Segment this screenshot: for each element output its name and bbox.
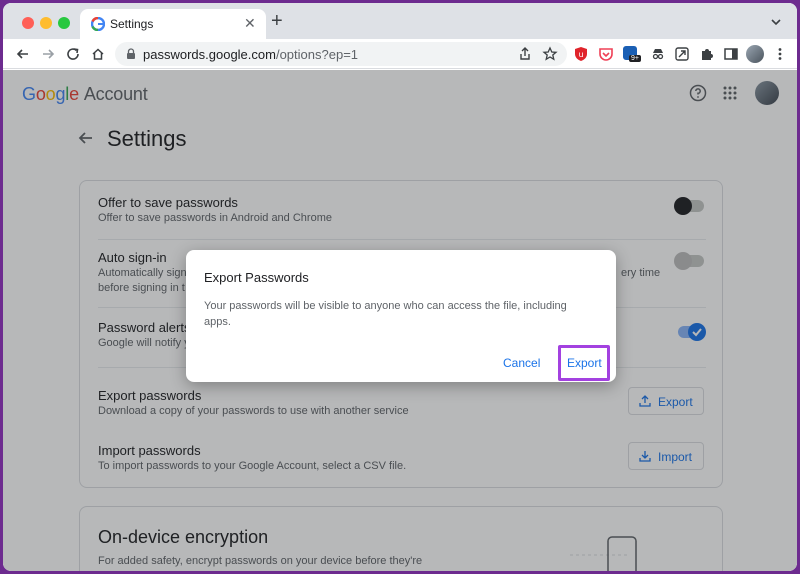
ublock-extension-icon[interactable]: u bbox=[573, 46, 589, 62]
share-icon[interactable] bbox=[517, 46, 533, 62]
reload-icon[interactable] bbox=[65, 46, 81, 62]
side-panel-icon[interactable] bbox=[723, 46, 739, 62]
dialog-title: Export Passwords bbox=[204, 270, 309, 285]
url-path: /options?ep=1 bbox=[275, 47, 359, 62]
profile-avatar[interactable] bbox=[746, 45, 764, 63]
tab-strip: Settings ✕ + bbox=[3, 3, 797, 39]
maximize-window-button[interactable] bbox=[58, 17, 70, 29]
dialog-body: Your passwords will be visible to anyone… bbox=[204, 300, 567, 328]
new-tab-button[interactable]: + bbox=[271, 11, 283, 31]
tab-close-icon[interactable]: ✕ bbox=[244, 15, 256, 32]
extension-badge: 9+ bbox=[629, 55, 641, 62]
back-icon[interactable] bbox=[15, 46, 31, 62]
close-window-button[interactable] bbox=[22, 17, 34, 29]
lock-icon[interactable] bbox=[125, 48, 137, 60]
url-text: passwords.google.com/options?ep=1 bbox=[143, 47, 358, 62]
cancel-button[interactable]: Cancel bbox=[503, 356, 540, 370]
bookmark-star-icon[interactable] bbox=[542, 46, 558, 62]
url-host: passwords.google.com bbox=[143, 47, 276, 62]
svg-text:u: u bbox=[578, 50, 583, 59]
export-passwords-dialog: Export Passwords Your passwords will be … bbox=[186, 250, 616, 382]
minimize-window-button[interactable] bbox=[40, 17, 52, 29]
send-extension-icon[interactable] bbox=[674, 46, 690, 62]
export-confirm-button[interactable]: Export bbox=[567, 356, 602, 370]
extensions-puzzle-icon[interactable] bbox=[699, 46, 715, 62]
pocket-extension-icon[interactable] bbox=[598, 46, 614, 62]
google-favicon-icon bbox=[91, 17, 105, 31]
tab-settings[interactable]: Settings ✕ bbox=[80, 9, 266, 39]
spy-extension-icon[interactable] bbox=[650, 46, 666, 62]
browser-window: Settings ✕ + passwords.google.com/option… bbox=[3, 3, 797, 571]
address-bar[interactable]: passwords.google.com/options?ep=1 bbox=[115, 42, 567, 66]
tab-search-chevron-icon[interactable] bbox=[768, 14, 784, 30]
forward-icon[interactable] bbox=[40, 46, 56, 62]
export-confirm-highlight: Export bbox=[558, 345, 610, 381]
home-icon[interactable] bbox=[90, 46, 106, 62]
menu-kebab-icon[interactable] bbox=[772, 46, 788, 62]
tab-title: Settings bbox=[110, 17, 154, 31]
browser-toolbar: passwords.google.com/options?ep=1 u 9+ bbox=[3, 39, 797, 69]
